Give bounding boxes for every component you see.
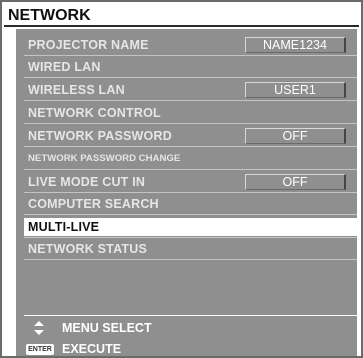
network-password-value: OFF: [245, 128, 346, 144]
menu-item-label: WIRED LAN: [28, 60, 101, 74]
enter-key-icon: ENTER: [26, 344, 54, 355]
menu-item-label: NETWORK CONTROL: [28, 106, 161, 120]
wireless-lan-value: USER1: [245, 82, 346, 98]
row-divider: [24, 123, 357, 124]
footer-divider: [24, 315, 357, 316]
row-divider: [24, 169, 357, 170]
menu-item-label: LIVE MODE CUT IN: [28, 175, 146, 189]
menu-item-network-control[interactable]: NETWORK CONTROL: [24, 104, 357, 122]
menu-item-label: NETWORK PASSWORD CHANGE: [28, 153, 181, 164]
execute-label: EXECUTE: [62, 342, 122, 356]
menu-select-hint: MENU SELECT: [24, 319, 357, 337]
live-mode-cut-in-value: OFF: [245, 174, 346, 190]
execute-hint: ENTER EXECUTE: [24, 340, 357, 358]
row-divider: [24, 214, 357, 215]
menu-item-label: NETWORK STATUS: [28, 242, 147, 256]
row-divider: [24, 55, 357, 56]
row-divider: [24, 259, 357, 260]
row-divider: [24, 100, 357, 101]
menu-item-label: WIRELESS LAN: [28, 83, 125, 97]
menu-item-wired-lan[interactable]: WIRED LAN: [24, 58, 357, 76]
row-divider: [24, 192, 357, 193]
menu-item-multi-live[interactable]: MULTI-LIVE: [24, 218, 357, 236]
row-divider: [24, 237, 357, 238]
menu-item-computer-search[interactable]: COMPUTER SEARCH: [24, 195, 357, 213]
menu-item-label: COMPUTER SEARCH: [28, 197, 159, 211]
up-down-arrow-icon: [34, 321, 44, 335]
menu-item-label: MULTI-LIVE: [28, 220, 100, 234]
menu-item-network-status[interactable]: NETWORK STATUS: [24, 240, 357, 258]
menu-select-label: MENU SELECT: [62, 321, 152, 335]
menu-title: NETWORK: [4, 4, 359, 27]
menu-item-label: NETWORK PASSWORD: [28, 129, 172, 143]
network-menu-window: NETWORK PROJECTOR NAME NAME1234 WIRED LA…: [0, 0, 363, 358]
row-divider: [24, 146, 357, 147]
projector-name-value: NAME1234: [245, 37, 346, 53]
menu-item-network-password-change[interactable]: NETWORK PASSWORD CHANGE: [24, 150, 357, 168]
row-divider: [24, 77, 357, 78]
menu-item-label: PROJECTOR NAME: [28, 38, 149, 52]
